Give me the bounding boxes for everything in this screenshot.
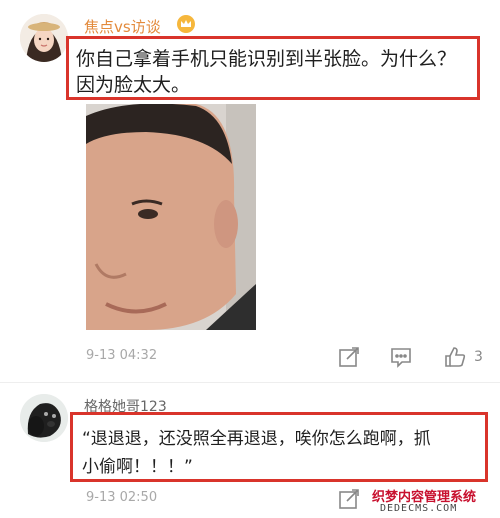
comment-timestamp: 9-13 04:32 xyxy=(86,348,158,363)
vip-crown-icon xyxy=(176,14,196,34)
site-watermark: 织梦内容管理系统 DEDECMS.COM xyxy=(366,486,500,518)
username[interactable]: 焦点vs访谈 xyxy=(84,16,161,37)
avatar[interactable] xyxy=(20,394,68,442)
comment-timestamp: 9-13 02:50 xyxy=(86,490,158,505)
divider xyxy=(0,382,500,383)
comment-text-line-2: 小偷啊！！！” xyxy=(82,457,193,477)
like-icon[interactable] xyxy=(444,346,466,368)
share-icon[interactable] xyxy=(338,488,360,510)
comment-photo[interactable] xyxy=(86,104,256,330)
comment-text-line-2: 因为脸太大。 xyxy=(76,74,191,96)
like-count: 3 xyxy=(474,349,483,365)
comment-text-line-1: 你自己拿着手机只能识别到半张脸。为什么？ xyxy=(76,48,457,70)
share-icon[interactable] xyxy=(338,346,360,368)
comment-text-line-1: “退退退，还没照全再退退，唉你怎么跑啊，抓 xyxy=(82,429,431,449)
avatar[interactable] xyxy=(20,14,68,62)
comment-icon[interactable] xyxy=(390,346,412,368)
watermark-domain: DEDECMS.COM xyxy=(380,503,458,514)
